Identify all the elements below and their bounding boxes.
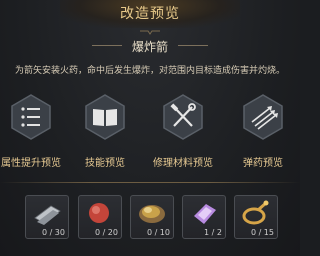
weapon-name: 爆炸箭 [131, 40, 168, 54]
material-count: 0 / 10 [146, 228, 170, 237]
material-slot[interactable]: 1 / 2 [182, 195, 226, 239]
material-count: 0 / 20 [94, 228, 118, 237]
red-orb-icon [89, 203, 109, 223]
ammo-preview-button[interactable]: 弹药预览 [227, 94, 299, 170]
arrows-icon [243, 94, 283, 140]
material-slot[interactable]: 0 / 30 [25, 195, 69, 239]
list-icon [11, 94, 51, 140]
material-count: 0 / 15 [250, 228, 274, 237]
skill-preview-label: 技能预览 [85, 158, 125, 169]
tools-icon [163, 94, 203, 140]
section-divider [0, 182, 300, 183]
repair-material-preview-label: 修理材料预览 [153, 158, 213, 169]
gold-ring-icon [242, 200, 269, 225]
metal-ingot-icon [34, 205, 61, 225]
gold-ore-icon [139, 205, 165, 223]
ammo-preview-label: 弹药预览 [243, 158, 283, 169]
modify-preview-panel: 改造预览 爆炸箭 为箭矢安装火药，命中后发生爆炸，对范围内目标造成伤害并灼烧。 … [0, 0, 300, 256]
book-icon [85, 94, 125, 140]
material-count: 1 / 2 [204, 228, 222, 237]
attribute-preview-label: 属性提升预览 [1, 158, 61, 169]
material-slot[interactable]: 0 / 20 [78, 195, 122, 239]
purple-crystal-icon [194, 204, 216, 224]
title-ornament-icon [140, 30, 160, 35]
subtitle-divider-right [178, 45, 208, 46]
repair-material-preview-button[interactable]: 修理材料预览 [147, 94, 219, 170]
material-slot[interactable]: 0 / 10 [130, 195, 174, 239]
skill-preview-button[interactable]: 技能预览 [69, 94, 141, 170]
material-count: 0 / 30 [41, 228, 65, 237]
weapon-description: 为箭矢安装火药，命中后发生爆炸，对范围内目标造成伤害并灼烧。 [14, 66, 285, 76]
attribute-preview-button[interactable]: 属性提升预览 [0, 94, 67, 170]
panel-title: 改造预览 [120, 6, 180, 22]
material-slot[interactable]: 0 / 15 [234, 195, 278, 239]
